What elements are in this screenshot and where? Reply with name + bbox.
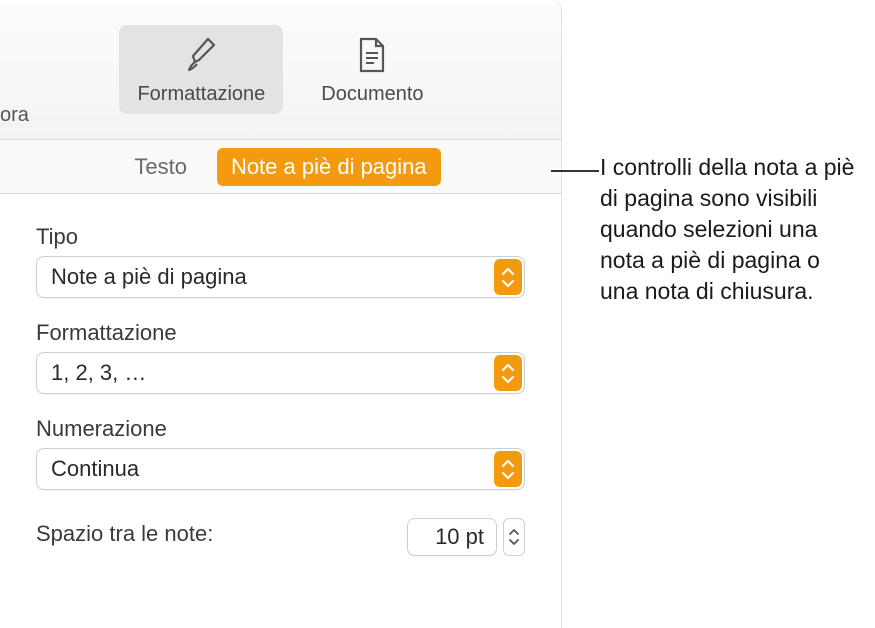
numbering-group: Numerazione Continua <box>36 416 525 490</box>
tab-text[interactable]: Testo <box>120 148 201 186</box>
spacing-stepper[interactable]: 10 pt <box>407 518 525 556</box>
format-toolbar-button[interactable]: Formattazione <box>119 25 283 114</box>
toolbar-left-partial: ora <box>0 104 29 127</box>
spacing-label: Spazio tra le note: <box>36 521 213 547</box>
format-toolbar-label: Formattazione <box>137 83 265 106</box>
tab-footnotes[interactable]: Note a piè di pagina <box>217 148 441 186</box>
document-icon <box>350 33 394 77</box>
spacing-field[interactable]: 10 pt <box>407 518 497 556</box>
format-popup[interactable]: 1, 2, 3, … <box>36 352 525 394</box>
subtab-bar: Testo Note a piè di pagina <box>0 140 561 194</box>
format-value: 1, 2, 3, … <box>51 360 146 386</box>
type-group: Tipo Note a piè di pagina <box>36 224 525 298</box>
document-toolbar-label: Documento <box>321 83 423 106</box>
chevron-up-down-icon <box>494 355 522 391</box>
chevron-up-down-icon <box>494 259 522 295</box>
brush-icon <box>179 33 223 77</box>
spacing-row: Spazio tra le note: 10 pt <box>36 518 525 556</box>
callout-text: I controlli della nota a piè di pagina s… <box>600 152 860 307</box>
inspector-panel: ora Formattazione Documento <box>0 0 562 628</box>
format-label: Formattazione <box>36 320 525 346</box>
stepper-arrows-icon[interactable] <box>503 518 525 556</box>
document-toolbar-button[interactable]: Documento <box>303 25 441 114</box>
numbering-popup[interactable]: Continua <box>36 448 525 490</box>
callout-connector <box>551 170 599 172</box>
toolbar: ora Formattazione Documento <box>0 0 561 140</box>
numbering-label: Numerazione <box>36 416 525 442</box>
numbering-value: Continua <box>51 456 139 482</box>
type-popup[interactable]: Note a piè di pagina <box>36 256 525 298</box>
type-label: Tipo <box>36 224 525 250</box>
type-value: Note a piè di pagina <box>51 264 247 290</box>
chevron-up-down-icon <box>494 451 522 487</box>
controls-content: Tipo Note a piè di pagina Formattazione … <box>0 194 561 566</box>
format-group: Formattazione 1, 2, 3, … <box>36 320 525 394</box>
